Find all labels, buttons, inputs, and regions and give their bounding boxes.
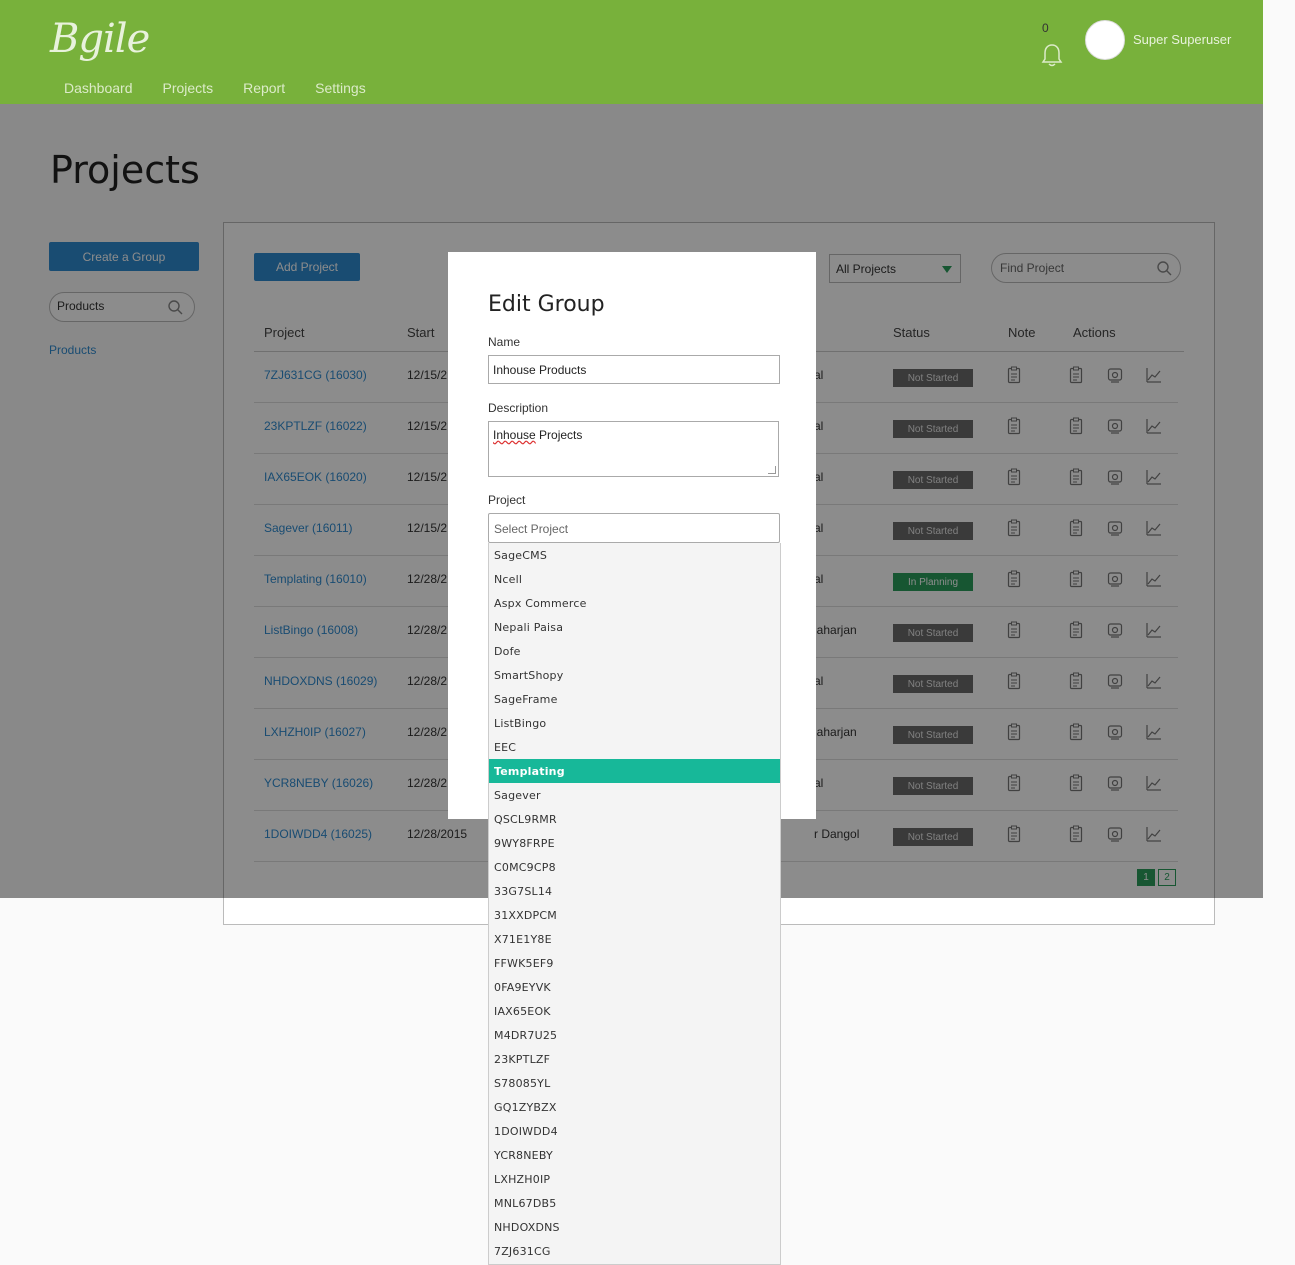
main-nav: Dashboard Projects Report Settings bbox=[64, 80, 396, 96]
project-option[interactable]: IAX65EOK bbox=[489, 999, 780, 1023]
project-option[interactable]: YCR8NEBY bbox=[489, 1143, 780, 1167]
project-select-input[interactable]: Select Project bbox=[488, 513, 780, 543]
description-label: Description bbox=[488, 401, 549, 415]
project-option[interactable]: Templating bbox=[489, 759, 780, 783]
notification-count: 0 bbox=[1042, 21, 1049, 35]
project-option[interactable]: SmartShopy bbox=[489, 663, 780, 687]
nav-settings[interactable]: Settings bbox=[315, 80, 366, 96]
name-label: Name bbox=[488, 335, 521, 349]
project-option[interactable]: 31XXDPCM bbox=[489, 903, 780, 927]
project-label: Project bbox=[488, 493, 526, 507]
nav-report[interactable]: Report bbox=[243, 80, 285, 96]
nav-dashboard[interactable]: Dashboard bbox=[64, 80, 133, 96]
app-logo[interactable]: Bgile bbox=[50, 16, 150, 62]
project-option[interactable]: 9WY8FRPE bbox=[489, 831, 780, 855]
user-avatar[interactable] bbox=[1085, 20, 1125, 60]
project-option[interactable]: X71E1Y8E bbox=[489, 927, 780, 951]
nav-projects[interactable]: Projects bbox=[163, 80, 214, 96]
project-option[interactable]: MNL67DB5 bbox=[489, 1191, 780, 1215]
project-option[interactable]: 1DOIWDD4 bbox=[489, 1119, 780, 1143]
project-option[interactable]: 33G7SL14 bbox=[489, 879, 780, 903]
project-option[interactable]: C0MC9CP8 bbox=[489, 855, 780, 879]
bell-icon[interactable] bbox=[1040, 42, 1064, 68]
project-option[interactable]: GQ1ZYBZX bbox=[489, 1095, 780, 1119]
project-option[interactable]: SageFrame bbox=[489, 687, 780, 711]
project-option[interactable]: Nepali Paisa bbox=[489, 615, 780, 639]
project-option[interactable]: QSCL9RMR bbox=[489, 807, 780, 831]
description-misspelled-word: Inhouse bbox=[493, 428, 536, 442]
project-option[interactable]: ListBingo bbox=[489, 711, 780, 735]
project-option[interactable]: Aspx Commerce bbox=[489, 591, 780, 615]
resize-handle-icon[interactable] bbox=[768, 466, 776, 474]
description-text: Projects bbox=[535, 428, 583, 442]
top-header: Bgile Dashboard Projects Report Settings… bbox=[0, 0, 1263, 104]
project-option[interactable]: Ncell bbox=[489, 567, 780, 591]
user-name[interactable]: Super Superuser bbox=[1133, 32, 1231, 47]
project-option[interactable]: FFWK5EF9 bbox=[489, 951, 780, 975]
project-option[interactable]: Dofe bbox=[489, 639, 780, 663]
project-option[interactable]: S78085YL bbox=[489, 1071, 780, 1095]
project-option[interactable]: Sagever bbox=[489, 783, 780, 807]
project-option[interactable]: 23KPTLZF bbox=[489, 1047, 780, 1071]
modal-title: Edit Group bbox=[488, 292, 605, 317]
project-option[interactable]: M4DR7U25 bbox=[489, 1023, 780, 1047]
group-description-textarea[interactable]: Inhouse Projects bbox=[488, 421, 779, 477]
project-option[interactable]: 7ZJ631CG bbox=[489, 1239, 780, 1263]
project-option[interactable]: EEC bbox=[489, 735, 780, 759]
project-option[interactable]: 0FA9EYVK bbox=[489, 975, 780, 999]
group-name-input[interactable] bbox=[488, 355, 780, 384]
project-option[interactable]: SageCMS bbox=[489, 543, 780, 567]
project-options-dropdown[interactable]: SageCMS Ncell Aspx Commerce Nepali Paisa Dof… bbox=[488, 543, 781, 1265]
project-option[interactable]: LXHZH0IP bbox=[489, 1167, 780, 1191]
project-option[interactable]: NHDOXDNS bbox=[489, 1215, 780, 1239]
